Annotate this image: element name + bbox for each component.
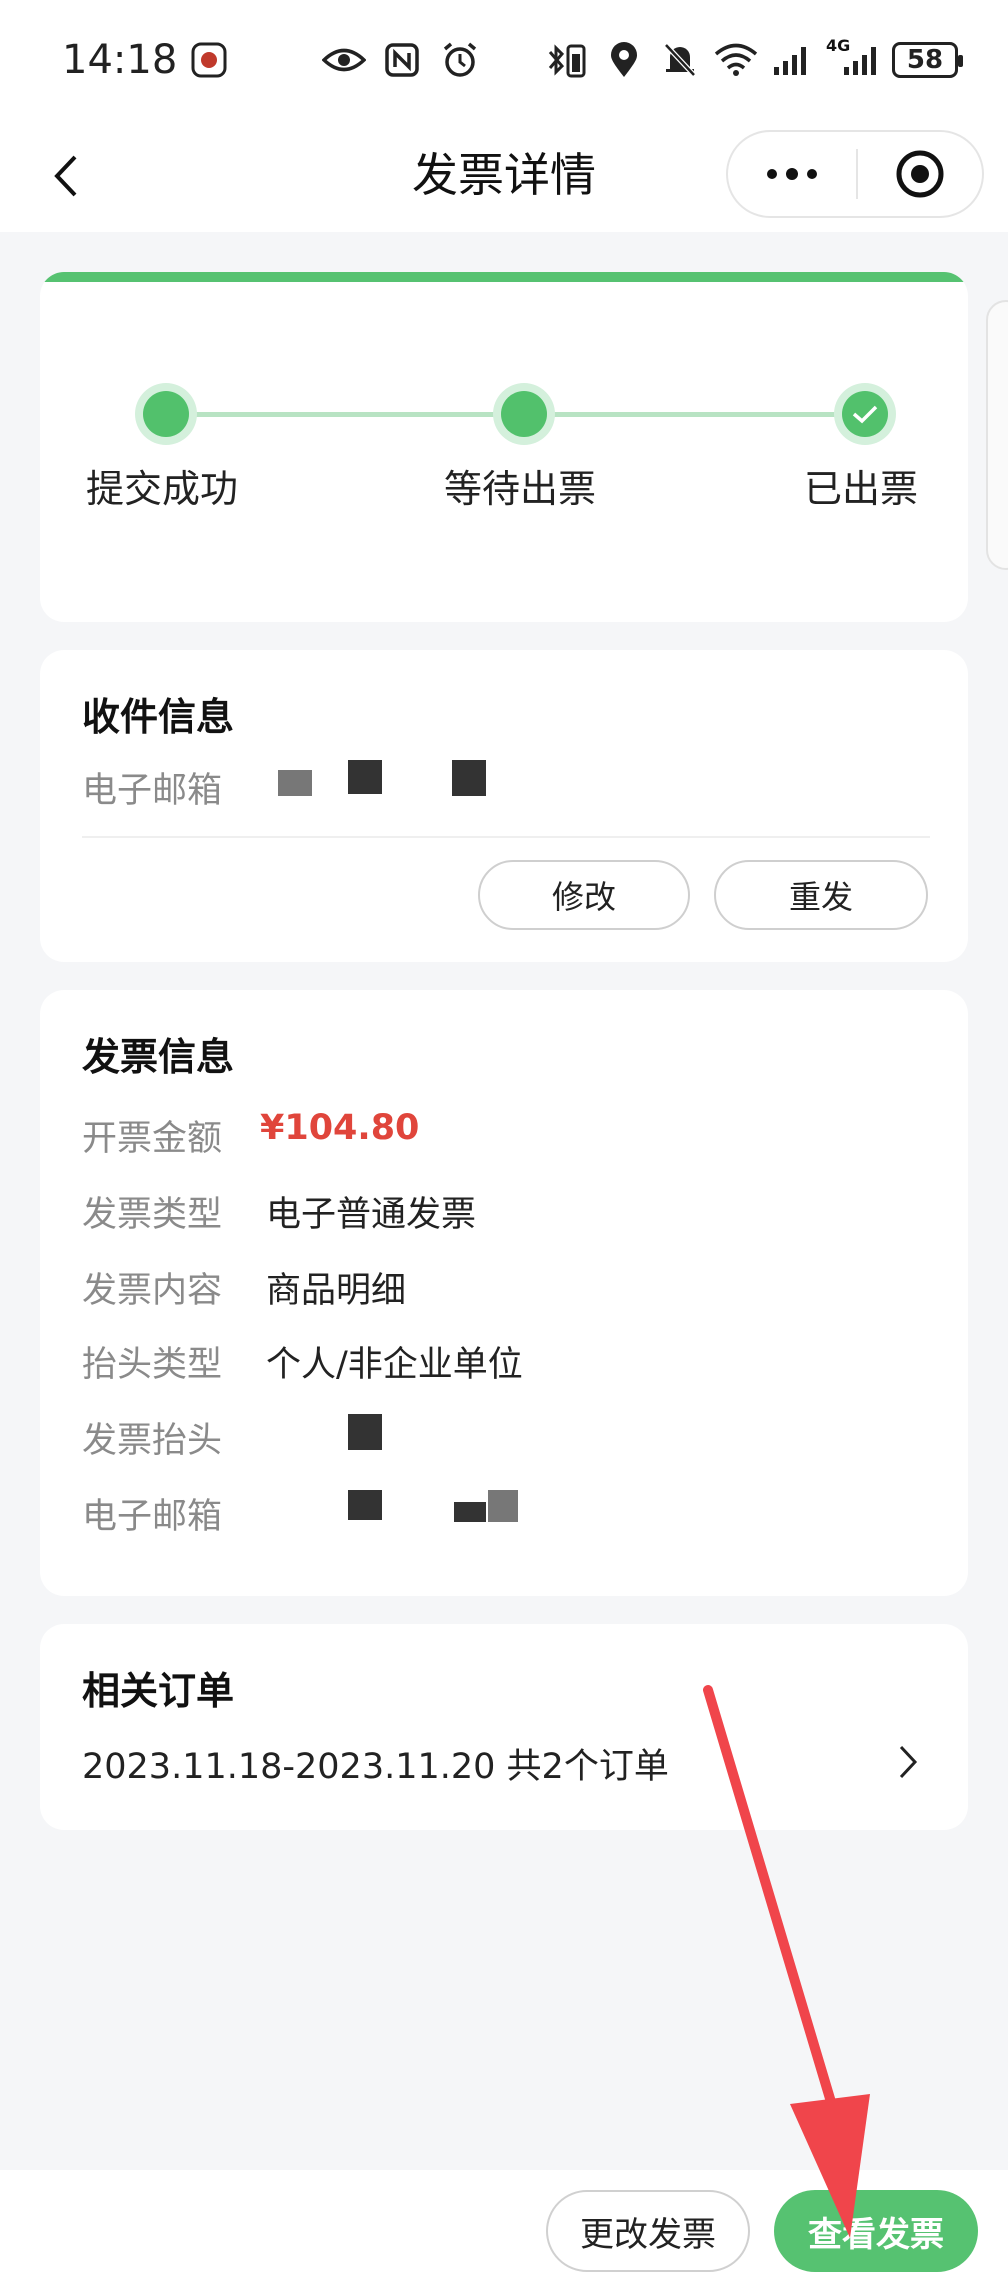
step-waiting-label: 等待出票 (444, 467, 597, 511)
battery-indicator: 58 (892, 42, 963, 78)
receiver-email-label: 电子邮箱 (82, 771, 223, 811)
step-issued-dot (834, 383, 896, 445)
edit-email-button[interactable]: 修改 (478, 860, 690, 930)
header-type-value: 个人/非企业单位 (266, 1345, 523, 1385)
amount-value: ¥104.80 (260, 1108, 420, 1148)
amount-label: 开票金额 (82, 1119, 223, 1159)
nfc-icon (380, 38, 424, 82)
invoice-header-label: 发票抬头 (82, 1421, 223, 1461)
mute-bell-icon (658, 38, 702, 82)
invoice-type-label: 发票类型 (82, 1195, 223, 1235)
bottom-action-bar: 更改发票 查看发票 (0, 2170, 1008, 2275)
wifi-icon (714, 38, 758, 82)
progress-top-accent (40, 272, 968, 282)
status-right-icons: 4G 58 (546, 36, 963, 82)
step-waiting-dot (493, 383, 555, 445)
signal-4g-icon: 4G (826, 36, 880, 82)
invoice-progress-card: 提交成功 等待出票 已出票 (40, 272, 968, 622)
location-icon (602, 38, 646, 82)
invoice-info-card: 发票信息 开票金额 ¥104.80 发票类型 电子普通发票 发票内容 商品明细 … (40, 990, 968, 1596)
nav-bar: 发票详情 (0, 120, 1008, 232)
redacted-block (488, 1490, 518, 1522)
signal-icon (770, 38, 814, 82)
more-dots-icon (767, 168, 817, 180)
status-mid-icons (322, 38, 482, 82)
orders-title: 相关订单 (82, 1669, 235, 1713)
invoice-title: 发票信息 (82, 1035, 235, 1079)
receiver-info-card: 收件信息 电子邮箱 修改 重发 (40, 650, 968, 962)
receiver-title: 收件信息 (82, 695, 235, 739)
related-orders-card[interactable]: 相关订单 2023.11.18-2023.11.20 共2个订单 (40, 1624, 968, 1830)
orders-summary: 2023.11.18-2023.11.20 共2个订单 (82, 1747, 669, 1787)
view-invoice-button[interactable]: 查看发票 (774, 2190, 978, 2272)
app-notification-icon (187, 38, 231, 82)
status-bar: 14:18 4G 58 (0, 0, 1008, 120)
step-submitted-label: 提交成功 (86, 467, 239, 511)
invoice-email-label: 电子邮箱 (82, 1497, 223, 1537)
check-icon (852, 405, 878, 424)
bluetooth-battery-icon (546, 38, 590, 82)
redacted-block (278, 770, 312, 796)
step-submitted-dot (135, 383, 197, 445)
target-close-icon (896, 150, 944, 198)
mini-program-capsule (726, 130, 984, 218)
network-type-label: 4G (826, 36, 851, 55)
chevron-right-icon (888, 1742, 928, 1782)
alarm-icon (438, 38, 482, 82)
invoice-type-value: 电子普通发票 (266, 1195, 477, 1235)
resend-button[interactable]: 重发 (714, 860, 928, 930)
status-time: 14:18 (62, 37, 178, 83)
invoice-content-label: 发票内容 (82, 1271, 223, 1311)
receiver-divider (82, 836, 930, 838)
step-issued-label: 已出票 (804, 467, 919, 511)
invoice-content-value: 商品明细 (266, 1271, 407, 1311)
status-left: 14:18 (62, 37, 231, 83)
redacted-block (348, 760, 382, 794)
redacted-block (452, 760, 486, 796)
eye-icon (322, 38, 366, 82)
more-button[interactable] (728, 132, 856, 216)
redacted-block (454, 1502, 486, 1522)
close-miniprogram-button[interactable] (858, 132, 982, 216)
redacted-block (348, 1490, 382, 1520)
redacted-block (348, 1414, 382, 1450)
battery-level: 58 (906, 45, 944, 75)
change-invoice-button[interactable]: 更改发票 (546, 2190, 750, 2272)
header-type-label: 抬头类型 (82, 1345, 223, 1385)
side-sheet-edge (986, 300, 1008, 570)
